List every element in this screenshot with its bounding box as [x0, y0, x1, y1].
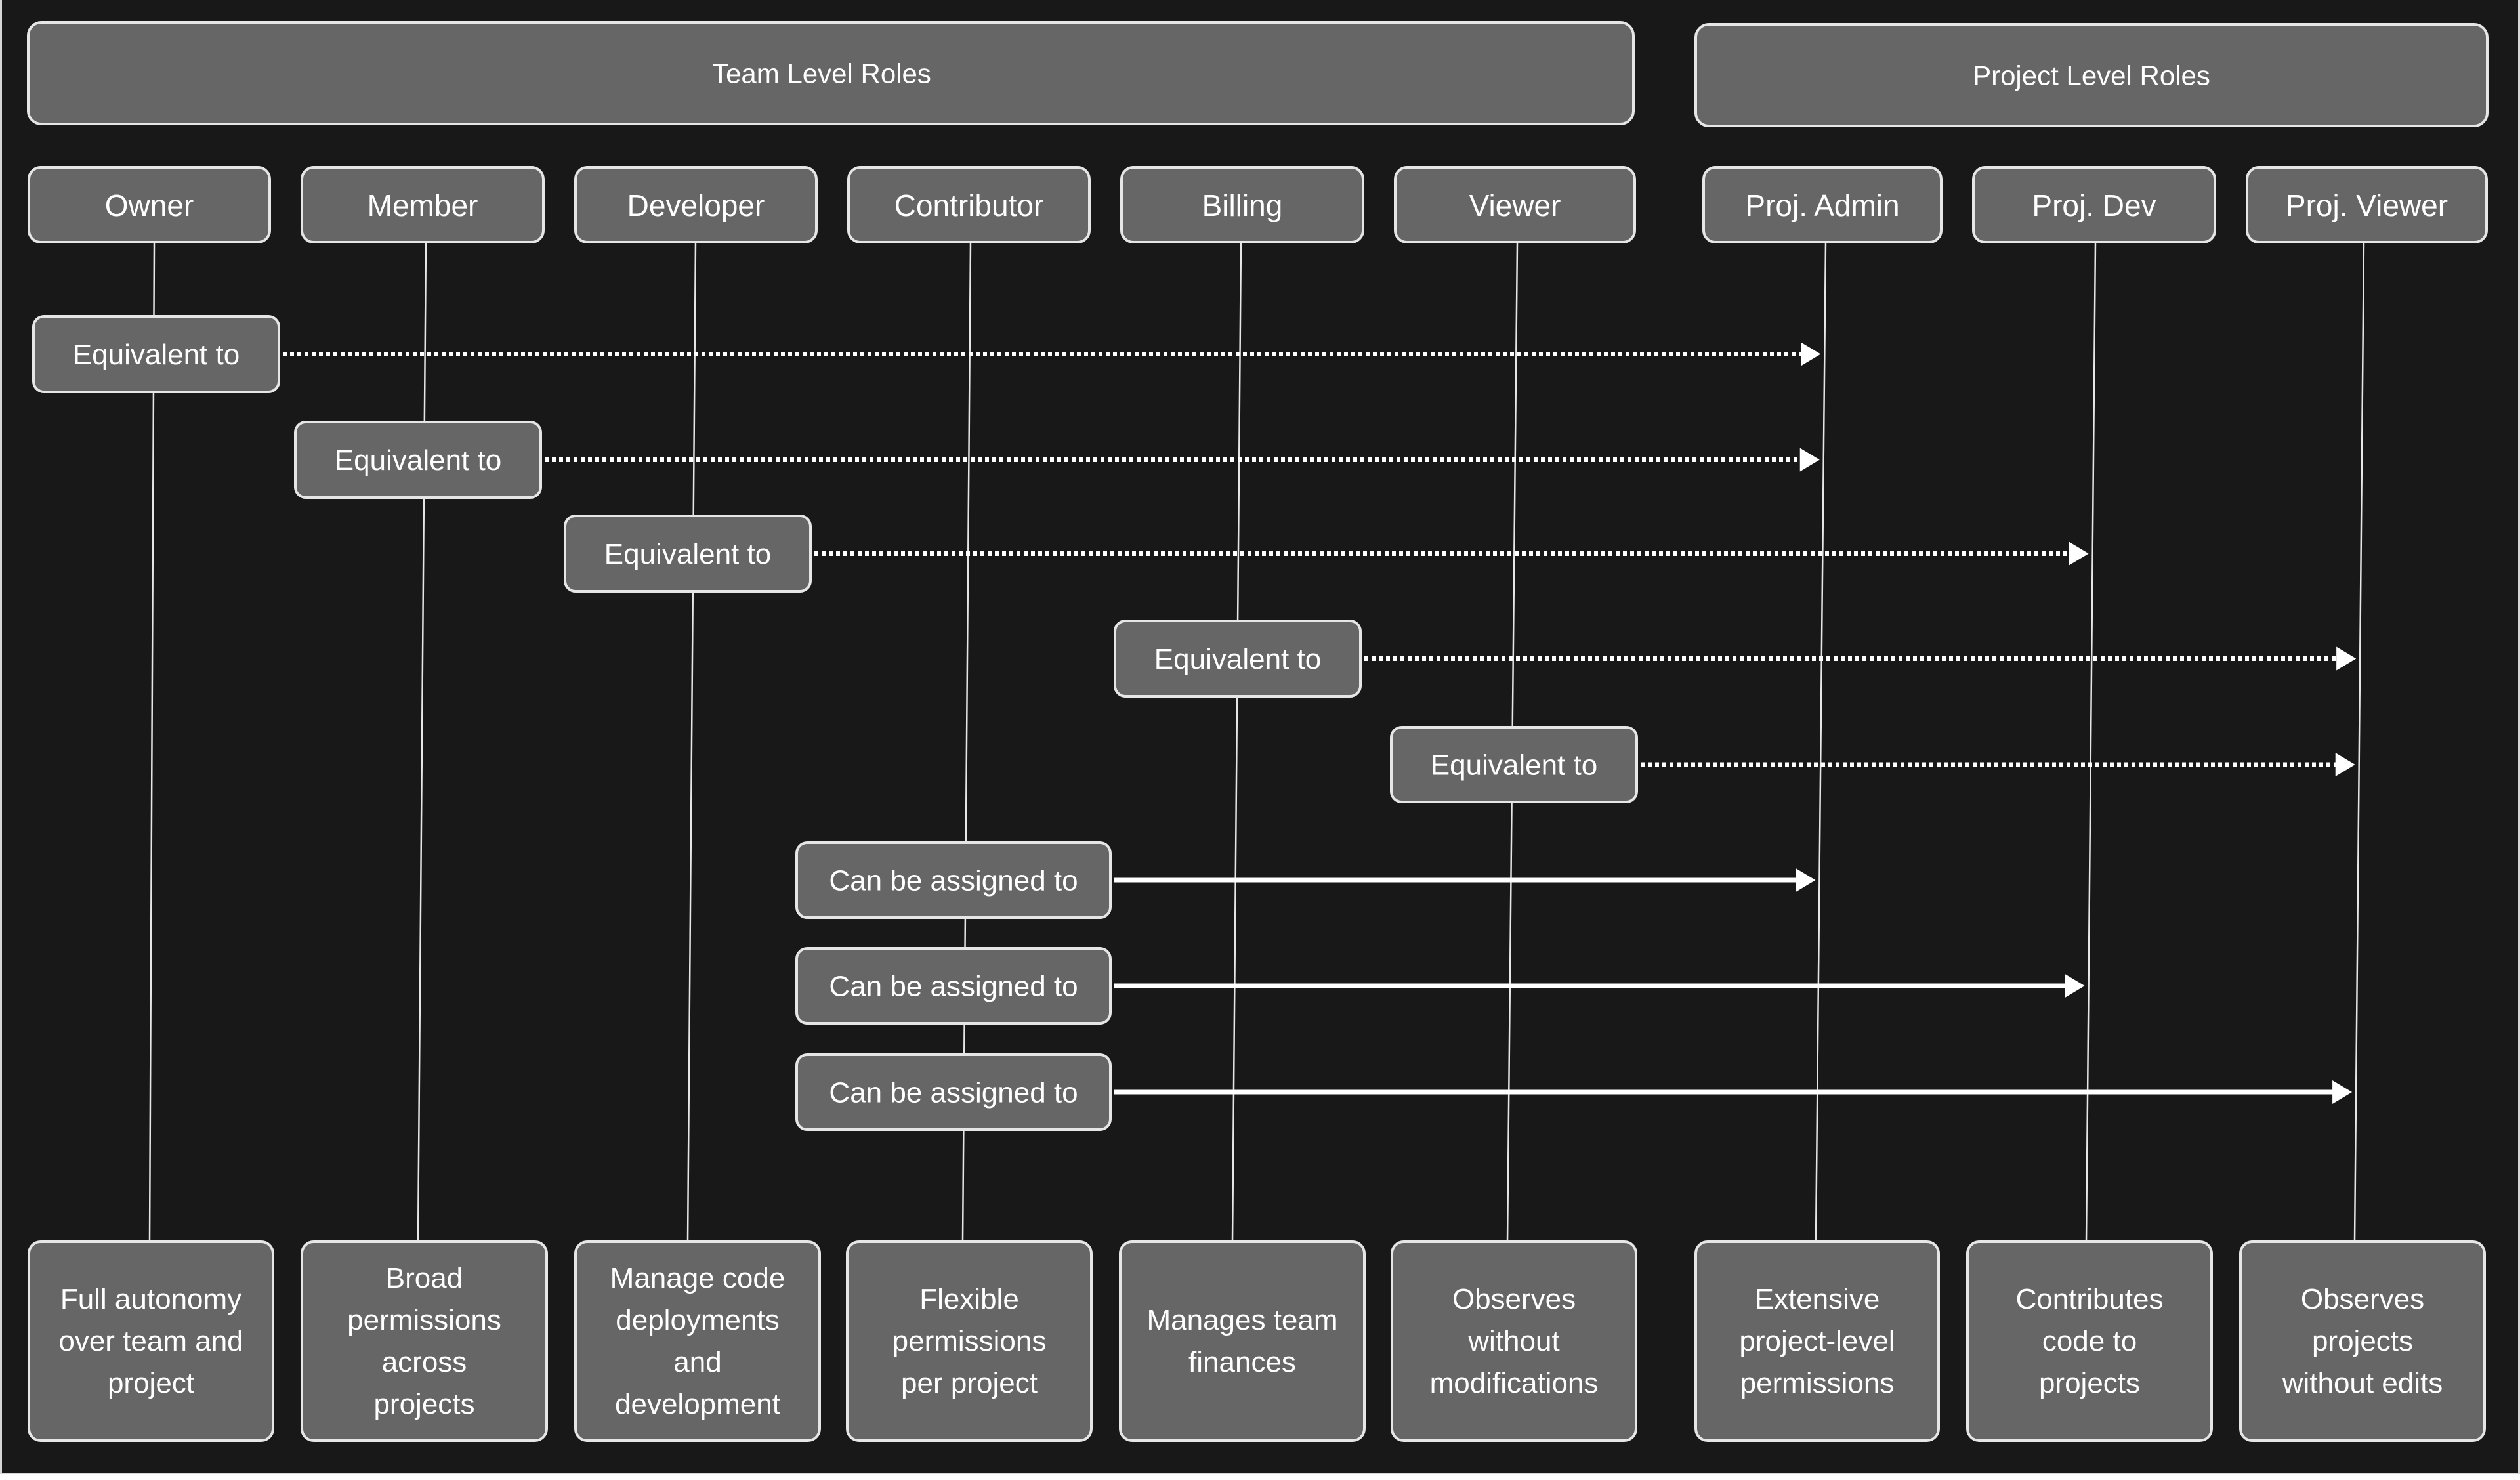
role-proj-admin[interactable]: Proj. Admin	[1702, 166, 1942, 243]
description-line: without edits	[2282, 1367, 2443, 1399]
description-line: permissions	[1740, 1367, 1895, 1399]
description-line: permissions	[347, 1304, 501, 1336]
role-proj-viewer[interactable]: Proj. Viewer	[2246, 166, 2488, 243]
relation-label: Can be assigned to	[829, 865, 1078, 897]
role-description-billing: Manages team finances	[1119, 1240, 1366, 1442]
relation-label: Equivalent to	[73, 339, 240, 371]
role-viewer[interactable]: Viewer	[1394, 166, 1636, 243]
group-header-project: Project Level Roles	[1694, 23, 2488, 127]
role-owner[interactable]: Owner	[28, 166, 271, 243]
description-line: projects	[373, 1388, 474, 1420]
description-line: without	[1467, 1325, 1559, 1357]
role-contributor[interactable]: Contributor	[847, 166, 1091, 243]
role-description-member: Broad permissions across projects	[301, 1240, 548, 1442]
role-proj-dev[interactable]: Proj. Dev	[1972, 166, 2216, 243]
role-label: Developer	[627, 188, 765, 222]
role-sequence-diagram: Team Level Roles Project Level Roles Own…	[0, 0, 2520, 1474]
role-description-contributor: Flexible permissions per project	[846, 1240, 1093, 1442]
description-line: Manage code	[610, 1262, 786, 1294]
description-line: per project	[901, 1367, 1038, 1399]
relation-label: Equivalent to	[604, 538, 771, 570]
description-box	[1119, 1240, 1366, 1442]
description-line: permissions	[892, 1325, 1047, 1357]
role-developer[interactable]: Developer	[574, 166, 818, 243]
description-line: Full autonomy	[60, 1283, 242, 1315]
role-label: Proj. Dev	[2032, 188, 2156, 222]
role-description-viewer: Observes without modifications	[1391, 1240, 1637, 1442]
description-line: project-level	[1739, 1325, 1895, 1357]
description-line: projects	[2312, 1325, 2413, 1357]
relation-label: Equivalent to	[335, 444, 501, 476]
description-line: Flexible	[919, 1283, 1019, 1315]
group-header-team: Team Level Roles	[27, 21, 1635, 125]
relation-label: Equivalent to	[1154, 643, 1321, 675]
role-description-proj-viewer: Observes projects without edits	[2239, 1240, 2486, 1442]
relation-label: Equivalent to	[1431, 750, 1597, 782]
description-line: modifications	[1430, 1367, 1599, 1399]
description-line: Observes	[2301, 1283, 2424, 1315]
role-label: Proj. Admin	[1745, 188, 1899, 222]
role-label: Contributor	[894, 188, 1044, 222]
role-description-row: Full autonomy over team and project Broad pe…	[28, 1240, 2486, 1442]
relation-label: Can be assigned to	[829, 971, 1078, 1003]
description-line: Extensive	[1755, 1283, 1880, 1315]
role-description-proj-dev: Contributes code to projects	[1966, 1240, 2213, 1442]
role-label: Billing	[1202, 188, 1283, 222]
role-billing[interactable]: Billing	[1120, 166, 1364, 243]
description-line: across	[382, 1346, 467, 1378]
description-line: projects	[2039, 1367, 2140, 1399]
role-member[interactable]: Member	[301, 166, 545, 243]
relation-label: Can be assigned to	[829, 1077, 1078, 1109]
description-line: deployments	[616, 1304, 779, 1336]
description-line: Manages team	[1146, 1304, 1337, 1336]
role-description-owner: Full autonomy over team and project	[28, 1240, 274, 1442]
role-description-developer: Manage code deployments and development	[574, 1240, 821, 1442]
description-line: and	[673, 1346, 721, 1378]
description-line: development	[615, 1388, 780, 1420]
role-label: Member	[368, 188, 478, 222]
description-line: code to	[2042, 1325, 2137, 1357]
role-label: Owner	[105, 188, 194, 222]
group-header-project-label: Project Level Roles	[1973, 60, 2210, 91]
description-line: Broad	[386, 1262, 463, 1294]
description-line: Observes	[1452, 1283, 1576, 1315]
role-label: Viewer	[1469, 188, 1561, 222]
description-line: finances	[1188, 1346, 1296, 1378]
role-header-row: Owner Member Developer Contributor Billing Vi…	[28, 166, 2488, 243]
role-description-proj-admin: Extensive project-level permissions	[1694, 1240, 1940, 1442]
description-line: project	[108, 1367, 194, 1399]
description-line: over team and	[58, 1325, 243, 1357]
group-header-team-label: Team Level Roles	[712, 58, 931, 89]
role-label: Proj. Viewer	[2286, 188, 2448, 222]
description-line: Contributes	[2015, 1283, 2163, 1315]
